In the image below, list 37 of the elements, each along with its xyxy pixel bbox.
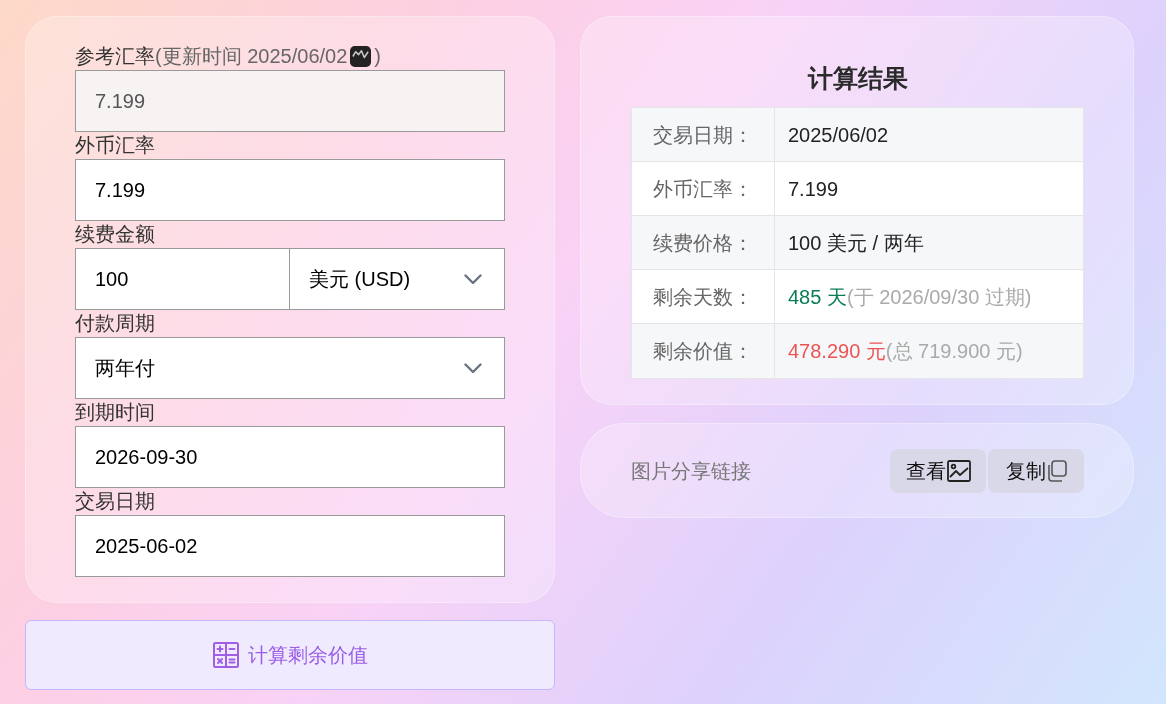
table-cell: 剩余价值： — [632, 324, 775, 378]
cell-value: 2025/06/02 — [788, 122, 889, 148]
update-time-note: (更新时间 2025/06/02 — [155, 44, 348, 69]
table-cell: 外币汇率： — [632, 162, 775, 215]
field-label: 交易日期 — [75, 489, 155, 514]
calculator-icon — [212, 642, 239, 668]
field-label: 到期时间 — [75, 400, 155, 425]
closing-paren: ) — [374, 44, 381, 69]
copy-icon — [1046, 459, 1067, 482]
table-cell: 交易日期： — [632, 108, 775, 161]
cell-note: (于 2026/09/30 过期) — [846, 284, 1032, 310]
text-input[interactable]: 2025-06-02 — [75, 515, 505, 577]
field-label: 付款周期 — [75, 311, 155, 336]
result-title: 计算结果 — [807, 63, 908, 94]
table-cell: 续费价格： — [632, 216, 775, 269]
field-label: 参考汇率 — [75, 44, 155, 69]
cell-value: 485 天 — [788, 284, 847, 310]
copy-button[interactable]: 复制 — [988, 448, 1084, 493]
field-label: 续费金额 — [75, 222, 155, 247]
calculate-button[interactable]: 计算剩余价值 — [25, 620, 555, 690]
view-button[interactable]: 查看 — [890, 448, 986, 493]
share-link-label: 图片分享链接 — [631, 458, 751, 484]
text-input[interactable]: 2026-09-30 — [75, 426, 505, 488]
table-cell: 剩余天数： — [632, 270, 775, 323]
cell-value: 7.199 — [788, 176, 839, 202]
select-field[interactable]: 两年付 — [75, 337, 505, 399]
amount-input[interactable]: 100 — [75, 248, 290, 310]
chevron-down-icon — [464, 273, 482, 285]
chart-icon — [350, 46, 372, 67]
field-label: 外币汇率 — [75, 133, 155, 158]
cell-value: 100 美元 / 两年 — [788, 230, 924, 256]
text-input[interactable]: 7.199 — [75, 159, 505, 221]
image-icon — [946, 459, 971, 482]
cell-note: (总 719.900 元) — [885, 339, 1023, 364]
chevron-down-icon — [464, 362, 482, 374]
currency-select[interactable]: 美元 (USD) — [290, 248, 505, 310]
cell-value: 478.290 元 — [788, 339, 886, 364]
